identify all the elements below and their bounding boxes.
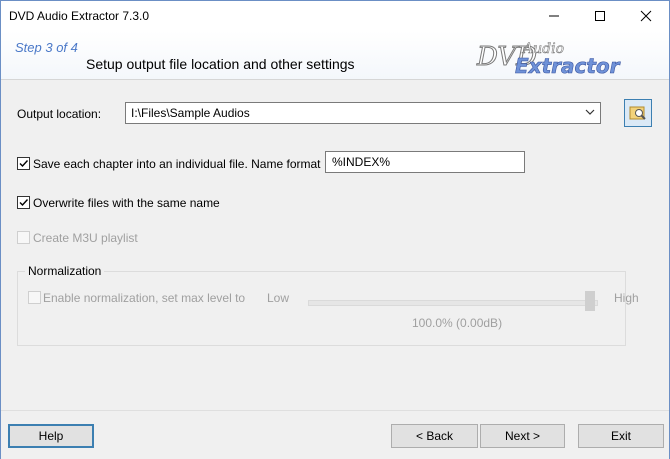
save-chapters-label: Save each chapter into an individual fil… bbox=[33, 157, 321, 171]
page-subtitle: Setup output file location and other set… bbox=[86, 56, 355, 72]
normalization-group-title: Normalization bbox=[25, 264, 105, 278]
output-location-combo[interactable]: I:\Files\Sample Audios bbox=[125, 102, 601, 124]
chevron-down-icon bbox=[585, 109, 595, 115]
normalization-group: Normalization Enable normalization, set … bbox=[17, 264, 639, 346]
overwrite-label: Overwrite files with the same name bbox=[33, 196, 220, 210]
back-button[interactable]: < Back bbox=[391, 424, 478, 448]
wizard-header: Step 3 of 4 Setup output file location a… bbox=[1, 31, 669, 80]
create-m3u-checkbox[interactable] bbox=[17, 231, 30, 244]
window-title: DVD Audio Extractor 7.3.0 bbox=[9, 9, 150, 23]
maximize-icon bbox=[595, 11, 605, 21]
normalization-value: 100.0% (0.00dB) bbox=[412, 316, 503, 330]
normalization-slider-thumb[interactable] bbox=[585, 291, 595, 311]
logo-extractor-text: Extractor bbox=[515, 54, 621, 78]
exit-button[interactable]: Exit bbox=[578, 424, 664, 448]
close-button[interactable] bbox=[623, 1, 669, 31]
next-button-label: Next > bbox=[504, 429, 540, 443]
browse-folder-button[interactable] bbox=[624, 99, 652, 127]
app-logo: DVD Audio Extractor bbox=[476, 41, 621, 79]
checkmark-icon bbox=[19, 160, 29, 168]
name-format-value: %INDEX% bbox=[332, 155, 391, 169]
title-bar: DVD Audio Extractor 7.3.0 bbox=[1, 1, 669, 31]
minimize-button[interactable] bbox=[531, 1, 577, 31]
name-format-input[interactable]: %INDEX% bbox=[325, 151, 525, 173]
folder-search-icon bbox=[629, 106, 646, 120]
exit-button-label: Exit bbox=[610, 429, 631, 443]
help-button[interactable]: Help bbox=[8, 424, 94, 448]
minimize-icon bbox=[549, 15, 559, 17]
slider-high-label: High bbox=[614, 291, 639, 305]
output-location-label: Output location: bbox=[17, 107, 102, 121]
help-button-label: Help bbox=[38, 429, 64, 443]
step-indicator: Step 3 of 4 bbox=[15, 40, 78, 55]
enable-normalization-checkbox[interactable] bbox=[28, 291, 41, 304]
normalization-slider-track[interactable] bbox=[308, 300, 598, 306]
wizard-footer: Help < Back Next > Exit bbox=[1, 410, 669, 459]
settings-panel: Output location: I:\Files\Sample Audios … bbox=[1, 80, 669, 410]
checkmark-icon bbox=[19, 199, 29, 207]
overwrite-checkbox[interactable] bbox=[17, 196, 30, 209]
back-button-label: < Back bbox=[415, 429, 454, 443]
maximize-button[interactable] bbox=[577, 1, 623, 31]
slider-low-label: Low bbox=[267, 291, 290, 305]
close-icon bbox=[640, 10, 652, 22]
create-m3u-label: Create M3U playlist bbox=[33, 231, 138, 245]
main-window: DVD Audio Extractor 7.3.0 Step 3 of 4 Se… bbox=[0, 0, 670, 459]
save-chapters-checkbox[interactable] bbox=[17, 157, 30, 170]
next-button[interactable]: Next > bbox=[480, 424, 565, 448]
enable-normalization-label: Enable normalization, set max level to bbox=[43, 291, 246, 305]
output-location-value: I:\Files\Sample Audios bbox=[131, 106, 250, 120]
